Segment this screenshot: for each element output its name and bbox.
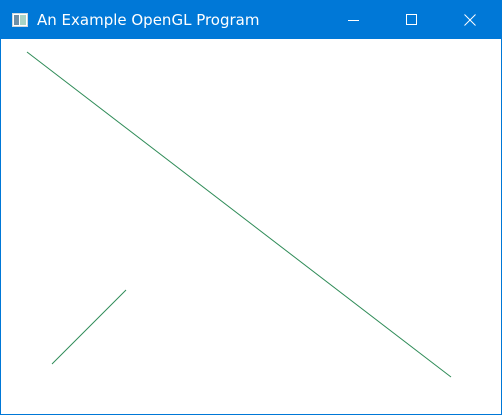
opengl-drawing bbox=[26, 51, 452, 378]
app-window-icon bbox=[12, 12, 28, 27]
maximize-icon bbox=[406, 14, 417, 25]
maximize-button[interactable] bbox=[389, 1, 435, 39]
close-button[interactable] bbox=[447, 1, 493, 39]
close-icon bbox=[464, 14, 476, 26]
long-diagonal-line bbox=[26, 51, 452, 378]
window-title: An Example OpenGL Program bbox=[37, 11, 260, 29]
app-window: An Example OpenGL Program bbox=[0, 0, 502, 415]
title-bar[interactable]: An Example OpenGL Program bbox=[1, 1, 501, 39]
short-diagonal-line bbox=[51, 289, 127, 365]
minimize-icon bbox=[348, 20, 359, 21]
opengl-canvas[interactable] bbox=[1, 39, 501, 414]
minimize-button[interactable] bbox=[331, 1, 377, 39]
